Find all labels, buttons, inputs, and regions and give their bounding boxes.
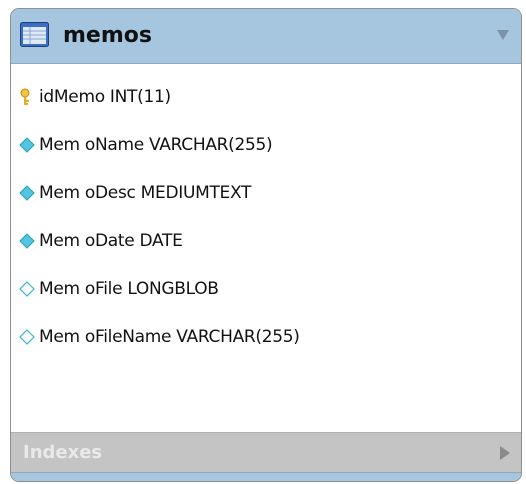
expand-arrow-icon[interactable] [499,446,511,460]
hollow-diamond-icon [19,281,35,297]
column-row[interactable]: Mem oDesc MEDIUMTEXT [19,178,251,208]
table-footer [11,472,521,481]
filled-diamond-icon [19,137,35,153]
table-card-memos[interactable]: memos idMemo INT(11) Mem oName VARCHAR(2… [10,8,522,482]
column-label: Mem oDate DATE [39,231,183,251]
indexes-label: Indexes [23,442,103,463]
column-label: Mem oDesc MEDIUMTEXT [39,183,252,203]
collapse-arrow-icon[interactable] [497,29,509,41]
column-row[interactable]: idMemo INT(11) [19,82,171,112]
primary-key-icon [20,88,30,105]
column-row[interactable]: Mem oName VARCHAR(255) [19,130,273,160]
column-label: Mem oName VARCHAR(255) [39,135,273,155]
column-label: Mem oFile LONGBLOB [39,279,219,299]
indexes-section[interactable]: Indexes [11,432,521,472]
filled-diamond-icon [19,233,35,249]
column-label: idMemo INT(11) [39,87,171,107]
column-list: idMemo INT(11) Mem oName VARCHAR(255) Me… [11,64,521,432]
column-row[interactable]: Mem oFileName VARCHAR(255) [19,322,300,352]
table-icon [20,22,49,47]
table-header[interactable]: memos [11,9,521,64]
column-row[interactable]: Mem oDate DATE [19,226,183,256]
column-label: Mem oFileName VARCHAR(255) [39,327,300,347]
filled-diamond-icon [19,185,35,201]
table-title: memos [63,23,152,48]
hollow-diamond-icon [19,329,35,345]
column-row[interactable]: Mem oFile LONGBLOB [19,274,219,304]
